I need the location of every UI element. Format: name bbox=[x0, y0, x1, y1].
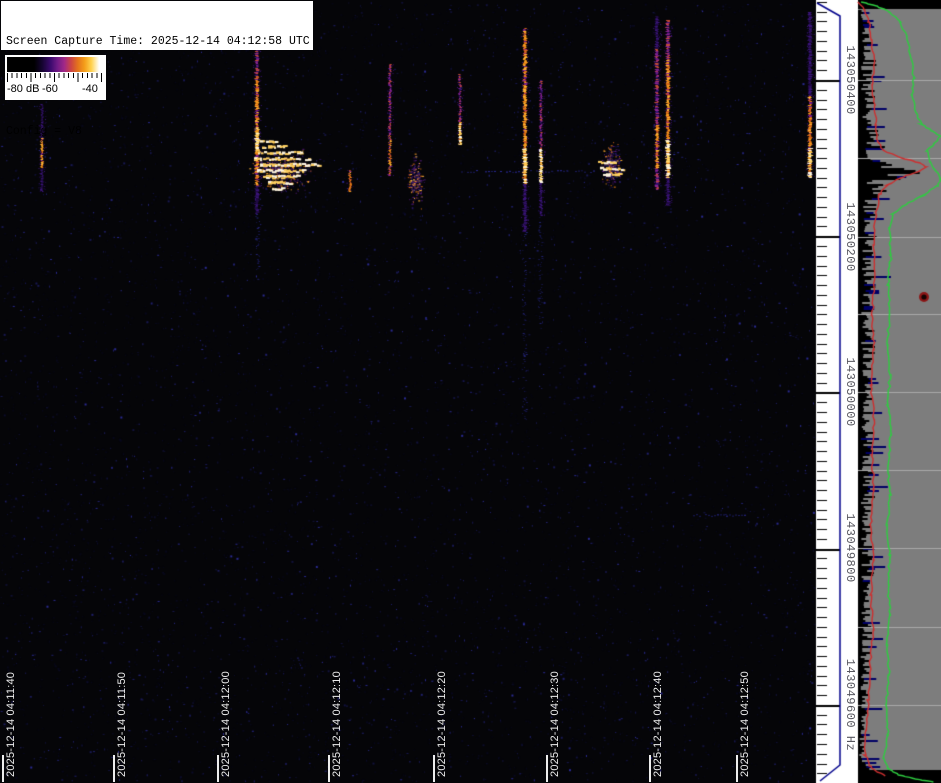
time-label: 2025-12-14 04:11:40 bbox=[5, 671, 17, 777]
time-label: 2025-12-14 04:12:00 bbox=[220, 671, 232, 777]
frequency-label: 143050400 bbox=[843, 45, 857, 115]
capture-time-text: Screen Capture Time: 2025-12-14 04:12:58… bbox=[6, 35, 310, 48]
time-tick bbox=[217, 755, 219, 782]
time-tick bbox=[649, 755, 651, 782]
frequency-label: 143049600 Hz bbox=[843, 658, 857, 752]
config-text: Config = V8 bbox=[6, 125, 82, 138]
time-tick bbox=[328, 755, 330, 782]
time-label: 2025-12-14 04:11:50 bbox=[116, 671, 128, 777]
time-label: 2025-12-14 04:12:40 bbox=[652, 671, 664, 777]
frequency-label: 143050200 bbox=[843, 202, 857, 272]
capture-info-box: Screen Capture Time: 2025-12-14 04:12:58… bbox=[1, 1, 313, 138]
time-tick bbox=[433, 755, 435, 782]
frequency-label: 143049800 bbox=[843, 513, 857, 583]
time-label: 2025-12-14 04:12:50 bbox=[739, 671, 751, 777]
colorbar-label-max: -40 bbox=[82, 83, 98, 95]
frequency-label: 143050000 bbox=[843, 357, 857, 427]
time-label: 2025-12-14 04:12:20 bbox=[436, 671, 448, 777]
colorbar-legend: -80 dB -60 -40 bbox=[5, 55, 106, 100]
time-tick bbox=[2, 755, 4, 782]
colorbar-tick-ruler bbox=[7, 73, 104, 82]
time-tick bbox=[546, 755, 548, 782]
time-label: 2025-12-14 04:12:10 bbox=[331, 671, 343, 777]
time-tick bbox=[736, 755, 738, 782]
spectrogram-app: Screen Capture Time: 2025-12-14 04:12:58… bbox=[0, 0, 941, 783]
colorbar-labels: -80 dB -60 -40 bbox=[5, 83, 106, 98]
colorbar-label-mid: -60 bbox=[42, 83, 58, 95]
colorbar-label-min: -80 dB bbox=[7, 83, 40, 95]
time-label: 2025-12-14 04:12:30 bbox=[549, 671, 561, 777]
colorbar-gradient bbox=[7, 57, 104, 72]
time-tick bbox=[113, 755, 115, 782]
